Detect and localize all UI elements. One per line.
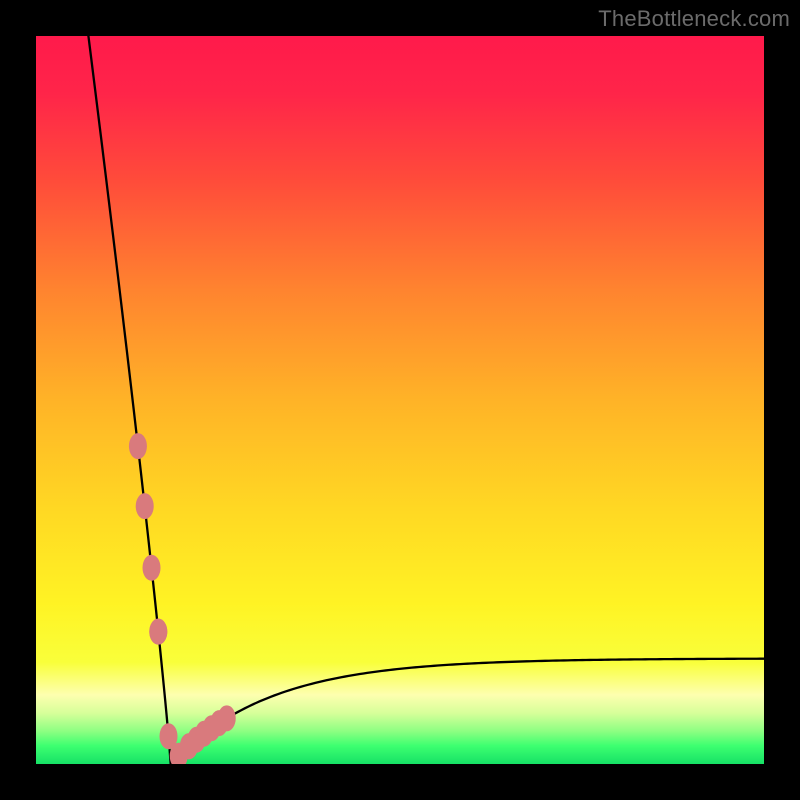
bottleneck-curve-layer [36, 36, 764, 764]
data-marker [129, 433, 147, 459]
data-marker [136, 493, 154, 519]
plot-area [36, 36, 764, 764]
data-marker [218, 705, 236, 731]
watermark-text: TheBottleneck.com [598, 6, 790, 32]
bottleneck-curve [88, 36, 764, 764]
data-marker [149, 619, 167, 645]
outer-frame: TheBottleneck.com [0, 0, 800, 800]
data-markers [129, 433, 236, 764]
data-marker [143, 555, 161, 581]
